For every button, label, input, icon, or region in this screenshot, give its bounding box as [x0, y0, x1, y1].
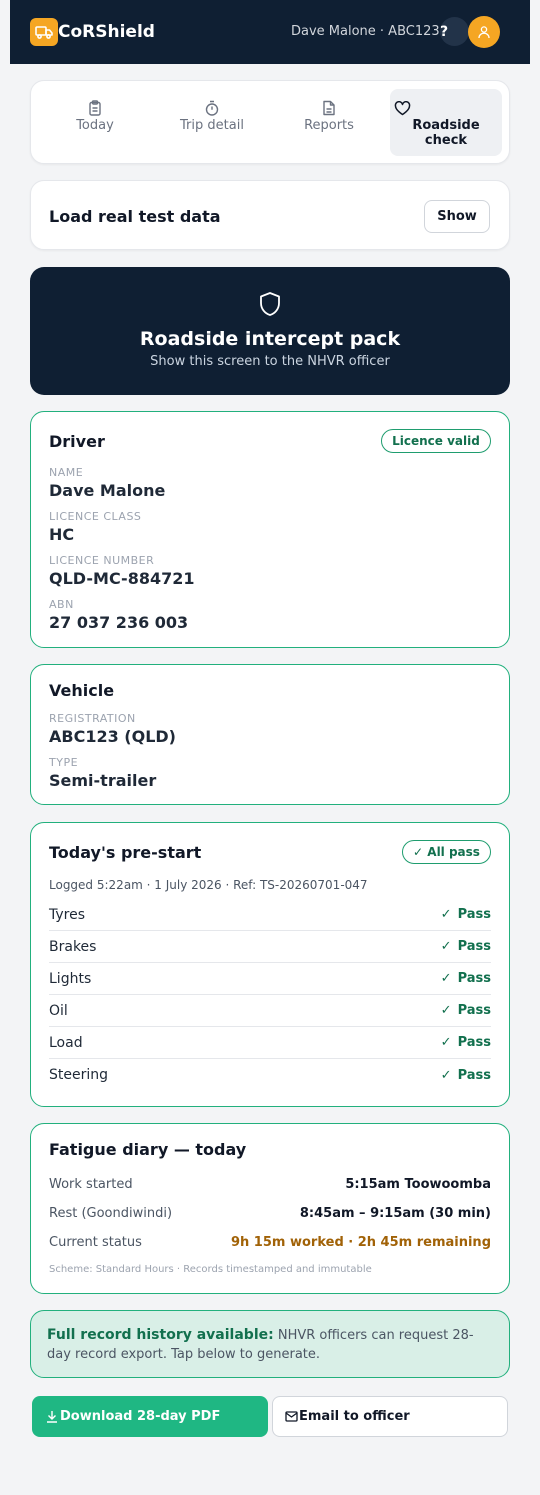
tab-label: Trip detail: [180, 118, 244, 133]
stopwatch-icon: [204, 99, 220, 117]
driver-title: Driver: [49, 432, 105, 451]
field-label: NAME: [49, 466, 84, 479]
tab-label: Reports: [304, 118, 354, 133]
hero-title: Roadside intercept pack: [139, 328, 401, 350]
check-item: Oil: [49, 1002, 68, 1019]
fatigue-diary-card: Fatigue diary — today Work started 5:15a…: [30, 1123, 510, 1294]
driver-card: Driver Licence valid NAME Dave Malone LI…: [30, 411, 510, 648]
fatigue-row: Rest (Goondiwindi) 8:45am – 9:15am (30 m…: [49, 1206, 491, 1221]
record-history-notice: Full record history available: NHVR offi…: [30, 1310, 510, 1378]
field-label: LICENCE NUMBER: [49, 554, 155, 567]
check-item: Load: [49, 1034, 83, 1051]
document-icon: [322, 99, 336, 117]
avatar[interactable]: [468, 16, 500, 48]
fatigue-label: Work started: [49, 1177, 133, 1192]
check-result: ✓ Pass: [440, 907, 491, 922]
tab-label: Today: [76, 118, 114, 133]
prestart-card: Today's pre-start ✓ All pass Logged 5:22…: [30, 822, 510, 1107]
check-row: Lights ✓ Pass: [49, 963, 491, 995]
fatigue-label: Current status: [49, 1235, 142, 1250]
check-result: ✓ Pass: [440, 939, 491, 954]
current-status-value: 9h 15m worked · 2h 45m remaining: [230, 1235, 491, 1250]
check-row: Brakes ✓ Pass: [49, 931, 491, 963]
fatigue-label: Rest (Goondiwindi): [49, 1206, 173, 1221]
fatigue-row: Current status 9h 15m worked · 2h 45m re…: [49, 1235, 491, 1250]
download-pdf-label: Download 28-day PDF: [60, 1409, 221, 1424]
email-officer-label: Email to officer: [299, 1409, 410, 1424]
load-test-data-title: Load real test data: [49, 207, 221, 226]
check-row: Oil ✓ Pass: [49, 995, 491, 1027]
tab-trip-detail[interactable]: Trip detail: [156, 89, 268, 156]
mail-icon: [285, 1411, 298, 1422]
prestart-title: Today's pre-start: [49, 843, 202, 862]
check-result: ✓ Pass: [440, 1003, 491, 1018]
hero-subtitle: Show this screen to the NHVR officer: [150, 354, 390, 369]
prestart-logged-info: Logged 5:22am · 1 July 2026 · Ref: TS-20…: [49, 878, 368, 892]
tab-label: Roadside check: [412, 118, 480, 148]
check-icon: ✓: [440, 1003, 452, 1018]
fatigue-value: 5:15am Toowoomba: [345, 1177, 491, 1192]
download-pdf-button[interactable]: Download 28-day PDF: [32, 1396, 268, 1437]
check-result: ✓ Pass: [440, 1035, 491, 1050]
field-label: TYPE: [49, 756, 79, 769]
check-result: ✓ Pass: [440, 1067, 491, 1083]
tab-today[interactable]: Today: [39, 89, 151, 156]
vehicle-title: Vehicle: [49, 681, 115, 700]
truck-icon: [30, 18, 58, 46]
scheme-note: Scheme: Standard Hours · Records timesta…: [49, 1264, 372, 1275]
fatigue-title: Fatigue diary — today: [49, 1140, 247, 1159]
check-icon: ✓: [440, 939, 452, 954]
user-info: Dave Malone · ABC123: [291, 24, 440, 39]
clipboard-icon: [88, 99, 102, 117]
check-result: ✓ Pass: [440, 971, 491, 986]
licence-class: HC: [49, 525, 75, 544]
heart-icon: [390, 99, 502, 117]
help-icon: ?: [440, 23, 449, 40]
check-row: Steering ✓ Pass: [49, 1059, 491, 1091]
check-item: Steering: [49, 1067, 109, 1083]
check-icon: ✓: [440, 1035, 452, 1050]
shield-icon: [260, 292, 280, 316]
user-icon: [478, 26, 490, 39]
check-item: Tyres: [49, 906, 86, 923]
field-label: ABN: [49, 598, 74, 611]
check-icon: ✓: [440, 907, 452, 922]
check-item: Brakes: [49, 938, 97, 955]
field-label: REGISTRATION: [49, 712, 136, 725]
check-row: Load ✓ Pass: [49, 1027, 491, 1059]
check-icon: ✓: [440, 971, 452, 986]
roadside-intercept-banner: Roadside intercept pack Show this screen…: [30, 267, 510, 395]
check-row: Tyres ✓ Pass: [49, 899, 491, 931]
tab-bar: Today Trip detail Reports Roadside check: [30, 80, 510, 164]
help-button[interactable]: ?: [440, 17, 469, 46]
fatigue-row: Work started 5:15am Toowoomba: [49, 1177, 491, 1192]
vehicle-card: Vehicle REGISTRATION ABC123 (QLD) TYPE S…: [30, 664, 510, 805]
field-label: LICENCE CLASS: [49, 510, 142, 523]
load-test-data-card: Load real test data Show: [30, 180, 510, 250]
tab-roadside-check[interactable]: Roadside check: [390, 89, 502, 156]
show-button[interactable]: Show: [424, 200, 490, 233]
email-officer-button[interactable]: Email to officer: [272, 1396, 508, 1437]
abn: 27 037 236 003: [49, 613, 189, 632]
check-icon: ✓: [440, 1067, 452, 1083]
check-item: Lights: [49, 970, 92, 987]
all-pass-badge: ✓ All pass: [402, 840, 491, 864]
licence-valid-badge: Licence valid: [381, 429, 491, 453]
notice-heading: Full record history available:: [47, 1327, 274, 1343]
tab-reports[interactable]: Reports: [273, 89, 385, 156]
brand-name: CoRShield: [58, 22, 155, 42]
vehicle-type: Semi-trailer: [49, 771, 157, 790]
download-icon: [47, 1411, 57, 1423]
vehicle-registration: ABC123 (QLD): [49, 727, 176, 746]
driver-name: Dave Malone: [49, 481, 166, 500]
licence-number: QLD-MC-884721: [49, 569, 195, 588]
fatigue-value: 8:45am – 9:15am (30 min): [299, 1206, 491, 1221]
